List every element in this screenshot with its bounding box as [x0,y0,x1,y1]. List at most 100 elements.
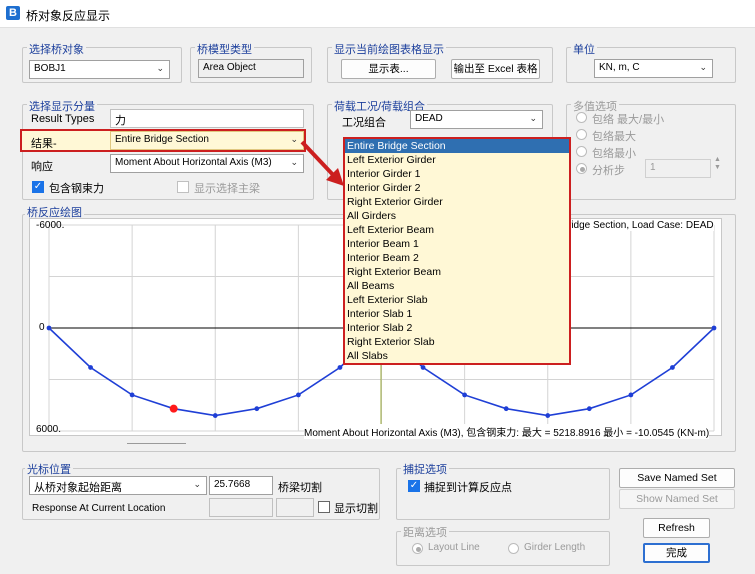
response-label: 响应 [31,161,53,173]
result-types-combo[interactable]: 力 [110,109,304,128]
data-point[interactable] [295,392,301,398]
show-girder-checkbox[interactable] [177,181,189,193]
data-point[interactable] [586,406,592,412]
chevron-down-icon: ⌄ [290,157,298,167]
show-cut-label: 显示切割 [334,503,378,515]
response-combo[interactable]: Moment About Horizontal Axis (M3) ⌄ [110,154,304,173]
units-value: KN, m, C [599,62,640,73]
show-table-button[interactable]: 显示表... [341,59,436,79]
plot-footer-text: Moment About Horizontal Axis (M3), 包含钢束力… [304,424,710,439]
plot-scrollbar[interactable] [127,443,186,444]
chevron-down-icon: ⌄ [699,62,707,72]
response-current-label: Response At Current Location [32,503,166,514]
snap-checkbox-label: 捕捉到计算反应点 [424,482,512,494]
include-tendon-checkbox[interactable]: ✓ [32,181,44,193]
done-button[interactable]: 完成 [643,543,710,563]
dropdown-item[interactable]: Interior Girder 1 [345,167,569,181]
data-point[interactable] [420,365,426,370]
show-girder-label: 显示选择主梁 [194,183,260,195]
bridge-object-label: 选择桥对象 [27,41,86,57]
result-dropdown-list[interactable]: Entire Bridge Section Left Exterior Girde… [343,137,571,365]
export-excel-button[interactable]: 输出至 Excel 表格 [451,59,540,79]
data-point[interactable] [337,365,343,370]
data-point[interactable] [503,406,509,412]
table-display-label: 显示当前绘图表格显示 [332,41,446,57]
envelope-max-label: 包络最大 [592,131,636,143]
units-combo[interactable]: KN, m, C ⌄ [594,59,713,78]
include-tendon-label: 包含钢束力 [49,183,104,195]
title-bar [0,0,755,28]
bridge-object-value: BOBJ1 [34,63,66,74]
data-point[interactable] [129,392,135,398]
app-icon: B [6,6,20,20]
case-combo-label: 工况组合 [342,117,386,129]
bridge-cut-label: 桥梁切割 [278,482,322,494]
y-zero-label: 0 [39,322,45,333]
distance-input[interactable]: 25.7668 [209,476,273,495]
chevron-down-icon: ⌄ [529,113,537,123]
refresh-button[interactable]: Refresh [643,518,710,538]
result-types-label: Result Types [31,113,95,125]
dropdown-item[interactable]: Interior Slab 2 [345,321,569,335]
envelope-min-label: 包络最小 [592,148,636,160]
girder-length-radio[interactable] [508,543,519,554]
bridge-object-combo[interactable]: BOBJ1 ⌄ [29,60,170,79]
dropdown-item[interactable]: Left Exterior Girder [345,153,569,167]
response-current-value-2 [276,498,314,517]
dropdown-item[interactable]: All Beams [345,279,569,293]
data-point[interactable] [462,392,468,398]
dropdown-item[interactable]: Right Exterior Slab [345,335,569,349]
result-combo[interactable]: Entire Bridge Section ⌄ [110,131,304,150]
dropdown-item[interactable]: Interior Girder 2 [345,181,569,195]
data-point[interactable] [254,406,260,412]
data-point[interactable] [212,413,218,418]
data-point[interactable] [46,325,52,331]
step-value[interactable]: 1 [645,159,711,178]
cursor-mode-combo[interactable]: 从桥对象起始距离 ⌄ [29,476,207,495]
envelope-maxmin-label: 包络 最大/最小 [592,114,665,126]
envelope-min-radio[interactable] [576,146,587,157]
dropdown-item[interactable]: Interior Beam 2 [345,251,569,265]
distance-label: 距离选项 [401,524,449,540]
data-point[interactable] [545,413,551,418]
data-point[interactable] [711,325,717,331]
dropdown-item[interactable]: Entire Bridge Section [345,139,569,153]
response-current-value [209,498,273,517]
step-radio[interactable] [576,163,587,174]
layout-line-label: Layout Line [428,542,480,553]
dropdown-item[interactable]: Interior Slab 1 [345,307,569,321]
dropdown-item[interactable]: All Slabs [345,349,569,363]
units-label: 单位 [571,41,597,57]
result-value: Entire Bridge Section [115,134,209,145]
data-point[interactable] [628,392,634,398]
component-label: 选择显示分量 [27,98,97,114]
selected-point-marker[interactable] [169,404,178,413]
response-value: Moment About Horizontal Axis (M3) [115,157,272,168]
dropdown-item[interactable]: Right Exterior Beam [345,265,569,279]
dropdown-item[interactable]: All Girders [345,209,569,223]
load-case-combo[interactable]: DEAD ⌄ [410,110,543,129]
result-types-value: 力 [115,115,126,127]
step-spinner[interactable]: ▲ ▼ [714,156,721,172]
load-case-value: DEAD [415,113,443,124]
model-type-value: Area Object [198,59,304,78]
girder-length-label: Girder Length [524,542,586,553]
dropdown-item[interactable]: Left Exterior Beam [345,223,569,237]
step-label: 分析步 [592,165,625,177]
snap-label: 捕捉选项 [401,461,449,477]
snap-checkbox[interactable]: ✓ [408,480,420,492]
y-top-label: -6000. [36,220,65,231]
dropdown-item[interactable]: Left Exterior Slab [345,293,569,307]
data-point[interactable] [88,365,93,370]
chevron-down-icon: ⌄ [290,134,298,144]
show-cut-checkbox[interactable] [318,501,330,513]
dropdown-item[interactable]: Right Exterior Girder [345,195,569,209]
envelope-max-radio[interactable] [576,129,587,140]
dropdown-item[interactable]: Interior Beam 1 [345,237,569,251]
y-bottom-label: 6000. [36,424,62,435]
envelope-maxmin-radio[interactable] [576,112,587,123]
data-point[interactable] [670,365,675,370]
show-named-set-button[interactable]: Show Named Set [619,489,735,509]
layout-line-radio[interactable] [412,543,423,554]
save-named-set-button[interactable]: Save Named Set [619,468,735,488]
